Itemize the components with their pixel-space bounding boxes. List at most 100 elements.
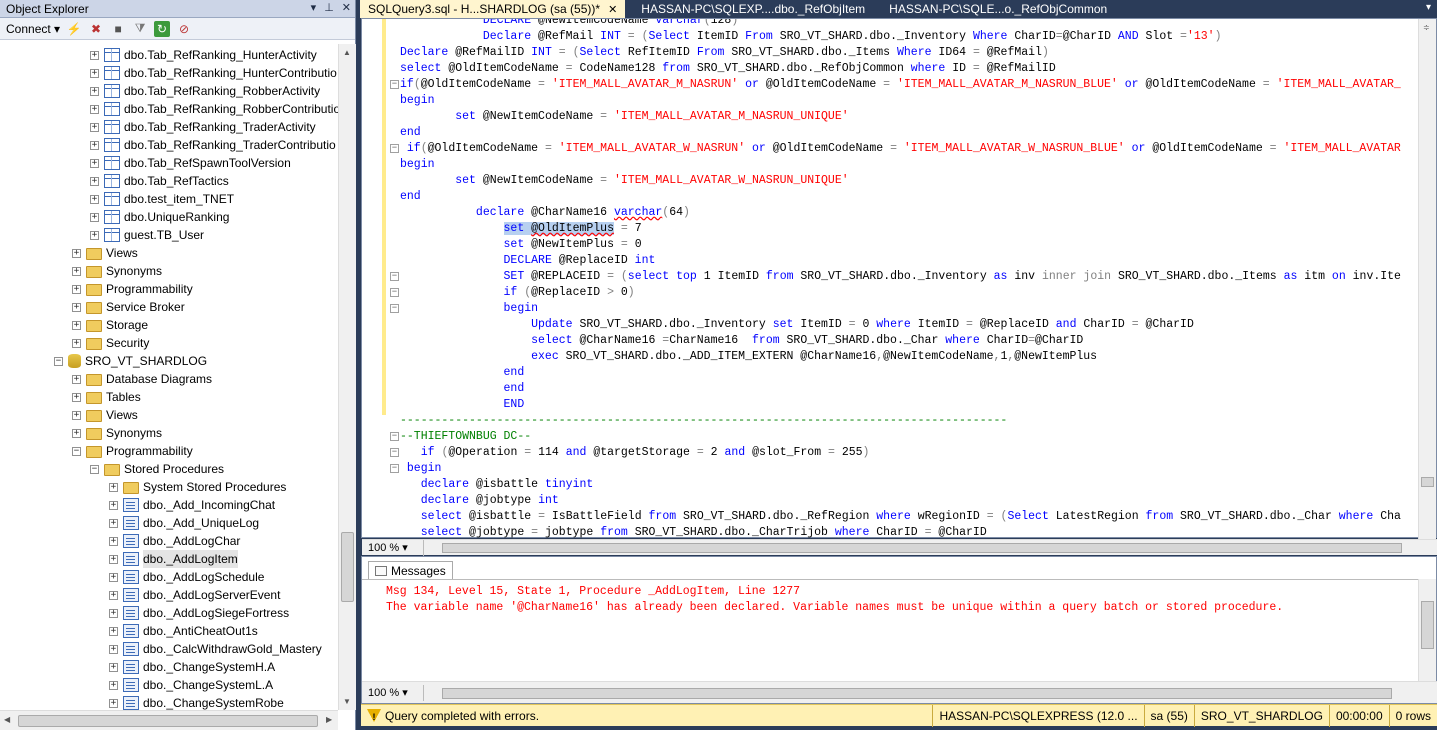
scrollbar-thumb[interactable]	[341, 532, 354, 602]
scroll-right-icon[interactable]: ▶	[326, 715, 332, 724]
expand-icon[interactable]: +	[90, 86, 99, 96]
query-editor[interactable]: DECLARE @NewItemCodeName varchar(128) De…	[361, 18, 1437, 556]
scrollbar-thumb[interactable]	[442, 543, 1402, 553]
tree-node[interactable]: + dbo._AddLogItem	[109, 550, 238, 568]
tree-node[interactable]: + dbo.Tab_RefRanking_TraderActivity	[90, 118, 316, 136]
tree-node[interactable]: + dbo._ChangeSystemRobe	[109, 694, 284, 710]
fold-toggle-icon[interactable]: −	[390, 272, 399, 281]
code-line[interactable]: Declare @RefMailID INT = (Select RefItem…	[398, 45, 1049, 61]
code-line[interactable]: DECLARE @ReplaceID int	[398, 253, 656, 269]
scroll-up-icon[interactable]: ▲	[343, 48, 351, 57]
split-icon[interactable]: ≑	[1423, 23, 1430, 32]
expand-icon[interactable]: +	[72, 428, 81, 438]
object-explorer-horizontal-scrollbar[interactable]: ◀ ▶	[0, 710, 338, 730]
tab-messages[interactable]: Messages	[368, 561, 453, 580]
tree-node[interactable]: + Views	[72, 244, 138, 262]
tree-node[interactable]: + dbo._Add_UniqueLog	[109, 514, 259, 532]
expand-icon[interactable]: +	[109, 572, 118, 582]
code-line[interactable]: set @NewItemCodeName = 'ITEM_MALL_AVATAR…	[398, 173, 848, 189]
code-area[interactable]: DECLARE @NewItemCodeName varchar(128) De…	[362, 19, 1418, 539]
tree-node[interactable]: + System Stored Procedures	[109, 478, 286, 496]
code-line[interactable]: begin	[398, 461, 442, 477]
scroll-left-icon[interactable]: ◀	[4, 715, 10, 724]
expand-icon[interactable]: +	[90, 230, 99, 240]
connect-button[interactable]: Connect ▾	[6, 22, 60, 36]
object-explorer-vertical-scrollbar[interactable]: ▲ ▼	[338, 44, 356, 710]
tree-node[interactable]: + Views	[72, 406, 138, 424]
expand-icon[interactable]: +	[109, 680, 118, 690]
activity-monitor-icon[interactable]: ⊘	[176, 21, 192, 37]
code-line[interactable]: set @NewItemPlus = 0	[398, 237, 642, 253]
fold-toggle-icon[interactable]: −	[390, 80, 399, 89]
filter-icon[interactable]: ⧩	[132, 21, 148, 37]
code-line[interactable]: select @jobtype = jobtype from SRO_VT_SH…	[398, 525, 987, 539]
disconnect-icon[interactable]: ✖	[88, 21, 104, 37]
editor-zoom-select[interactable]: 100 % ▾	[364, 540, 424, 556]
expand-icon[interactable]: +	[72, 248, 81, 258]
code-line[interactable]: if(@OldItemCodeName = 'ITEM_MALL_AVATAR_…	[398, 141, 1401, 157]
fold-toggle-icon[interactable]: −	[390, 288, 399, 297]
connect-icon[interactable]: ⚡	[66, 21, 82, 37]
expand-icon[interactable]: +	[72, 392, 81, 402]
expand-icon[interactable]: +	[109, 698, 118, 708]
expand-icon[interactable]: +	[72, 266, 81, 276]
scrollbar-thumb[interactable]	[442, 688, 1392, 699]
tree-node[interactable]: + dbo._AddLogServerEvent	[109, 586, 280, 604]
expand-icon[interactable]: +	[109, 482, 118, 492]
expand-icon[interactable]: +	[109, 518, 118, 528]
expand-icon[interactable]: +	[90, 140, 99, 150]
expand-icon[interactable]: +	[90, 122, 99, 132]
code-line[interactable]: select @OldItemCodeName = CodeName128 fr…	[398, 61, 1056, 77]
tree-node[interactable]: + Synonyms	[72, 262, 162, 280]
dropdown-icon[interactable]: ▾	[311, 1, 317, 14]
refresh-icon[interactable]: ↻	[154, 20, 171, 37]
close-icon[interactable]: ✕	[608, 3, 617, 16]
messages-horizontal-scrollbar[interactable]: 100 % ▾	[362, 681, 1437, 703]
code-line[interactable]: Declare @RefMail INT = (Select ItemID Fr…	[398, 29, 1222, 45]
collapse-icon[interactable]: −	[72, 446, 81, 456]
tree-node[interactable]: + dbo.test_item_TNET	[90, 190, 234, 208]
tab-document[interactable]: SQLQuery3.sql - H...SHARDLOG (sa (55))* ✕	[360, 0, 626, 18]
expand-icon[interactable]: +	[109, 536, 118, 546]
code-line[interactable]: if (@Operation = 114 and @targetStorage …	[398, 445, 870, 461]
tree-node[interactable]: + dbo._AntiCheatOut1s	[109, 622, 258, 640]
expand-icon[interactable]: +	[90, 194, 99, 204]
code-line[interactable]: exec SRO_VT_SHARD.dbo._ADD_ITEM_EXTERN @…	[398, 349, 1097, 365]
messages-body[interactable]: Msg 134, Level 15, State 1, Procedure _A…	[362, 579, 1420, 681]
code-line[interactable]: declare @CharName16 varchar(64)	[398, 205, 690, 221]
expand-icon[interactable]: +	[90, 176, 99, 186]
code-line[interactable]: set @OldItemPlus = 7	[398, 221, 642, 237]
expand-icon[interactable]: +	[90, 50, 99, 60]
collapse-icon[interactable]: −	[54, 356, 63, 366]
expand-icon[interactable]: +	[72, 338, 81, 348]
expand-icon[interactable]: +	[72, 302, 81, 312]
tree-node[interactable]: + Service Broker	[72, 298, 185, 316]
editor-horizontal-scrollbar[interactable]: 100 % ▾	[362, 539, 1437, 556]
expand-icon[interactable]: +	[72, 320, 81, 330]
tree-node[interactable]: + Database Diagrams	[72, 370, 212, 388]
code-line[interactable]: declare @jobtype int	[398, 493, 559, 509]
tree-node[interactable]: + dbo._CalcWithdrawGold_Mastery	[109, 640, 322, 658]
stop-icon[interactable]: ■	[110, 21, 126, 37]
expand-icon[interactable]: +	[109, 644, 118, 654]
expand-icon[interactable]: +	[109, 554, 118, 564]
tree-node[interactable]: + Tables	[72, 388, 141, 406]
code-line[interactable]: if (@ReplaceID > 0)	[398, 285, 635, 301]
tree-node[interactable]: + dbo._Add_IncomingChat	[109, 496, 275, 514]
tab-document[interactable]: HASSAN-PC\SQLEXP....dbo._RefObjItem	[633, 0, 873, 18]
expand-icon[interactable]: +	[109, 590, 118, 600]
expand-icon[interactable]: +	[109, 662, 118, 672]
code-line[interactable]: ----------------------------------------…	[398, 413, 1007, 429]
tree-node[interactable]: − SRO_VT_SHARDLOG	[54, 352, 207, 370]
code-line[interactable]: select @CharName16 =CharName16 from SRO_…	[398, 333, 1083, 349]
scrollbar-thumb[interactable]	[18, 715, 318, 727]
tree-node[interactable]: − Stored Procedures	[90, 460, 224, 478]
tree-node[interactable]: + dbo.Tab_RefRanking_TraderContributio	[90, 136, 336, 154]
code-line[interactable]: end	[398, 125, 421, 141]
code-line[interactable]: END	[398, 397, 525, 413]
tree-node[interactable]: + dbo.Tab_RefRanking_HunterContributio	[90, 64, 337, 82]
collapse-icon[interactable]: −	[90, 464, 99, 474]
tree-node[interactable]: + dbo._ChangeSystemH.A	[109, 658, 275, 676]
expand-icon[interactable]: +	[90, 68, 99, 78]
code-line[interactable]: begin	[398, 93, 435, 109]
